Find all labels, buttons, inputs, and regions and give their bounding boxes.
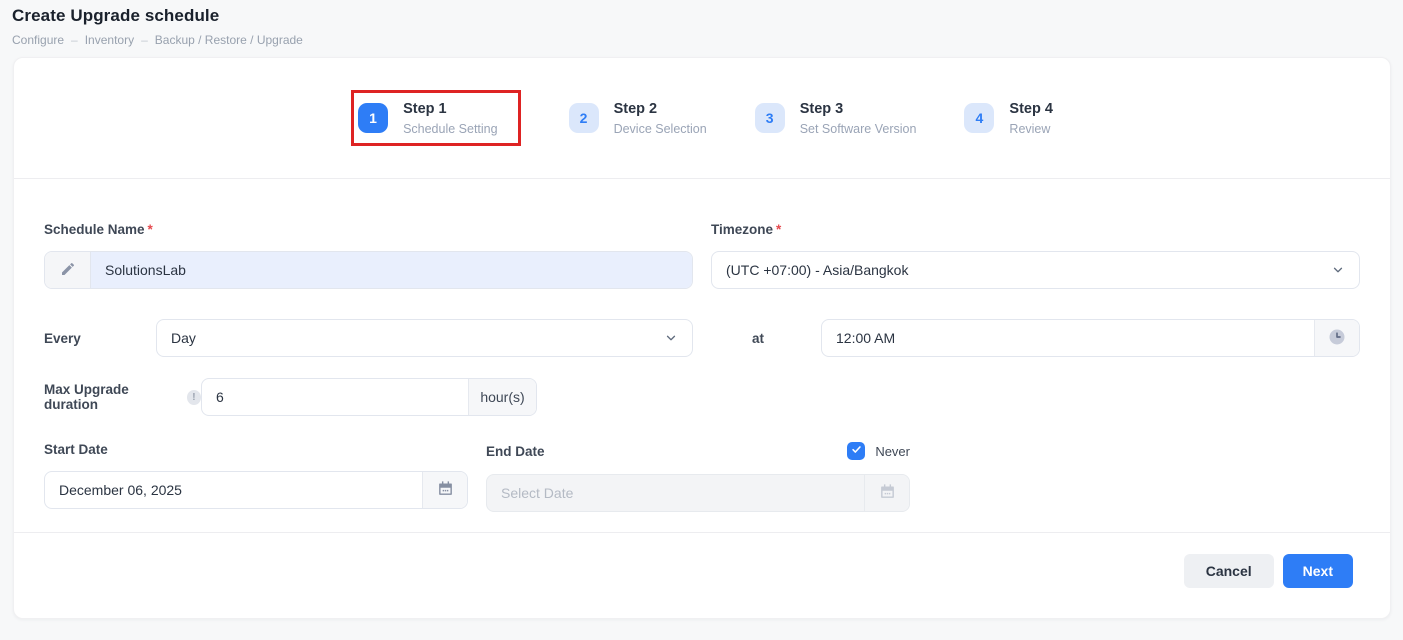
schedule-name-label: Schedule Name* [44, 222, 693, 237]
breadcrumb-item-configure[interactable]: Configure [12, 33, 64, 47]
step-1-badge: 1 [358, 103, 388, 133]
info-icon[interactable]: ! [187, 390, 201, 405]
chevron-down-icon [664, 331, 678, 345]
step-3-title: Step 3 [800, 100, 917, 118]
time-picker-button[interactable] [1314, 320, 1359, 356]
step-4-badge: 4 [964, 103, 994, 133]
calendar-icon [879, 483, 896, 503]
page-title: Create Upgrade schedule [12, 6, 1403, 26]
breadcrumb: Configure – Inventory – Backup / Restore… [12, 33, 1403, 47]
chevron-down-icon [1331, 263, 1345, 277]
step-1-title: Step 1 [403, 100, 498, 118]
step-4-subtitle: Review [1009, 122, 1053, 136]
calendar-icon [437, 480, 454, 500]
max-upgrade-duration-label: Max Upgrade duration [44, 382, 180, 412]
clock-icon [1327, 327, 1347, 350]
max-duration-field: hour(s) [201, 378, 537, 416]
step-2-badge: 2 [569, 103, 599, 133]
stepper-step-4[interactable]: 4 Step 4 Review [964, 100, 1053, 135]
check-icon [851, 442, 862, 460]
never-checkbox[interactable] [847, 442, 865, 460]
step-4-title: Step 4 [1009, 100, 1053, 118]
create-upgrade-schedule-card: 1 Step 1 Schedule Setting 2 Step 2 Devic… [13, 57, 1391, 619]
cancel-button[interactable]: Cancel [1184, 554, 1274, 588]
wizard-stepper: 1 Step 1 Schedule Setting 2 Step 2 Devic… [14, 58, 1390, 179]
step-2-title: Step 2 [614, 100, 707, 118]
timezone-select[interactable]: (UTC +07:00) - Asia/Bangkok [711, 251, 1360, 289]
end-date-calendar-button[interactable] [864, 475, 909, 511]
breadcrumb-separator: – [71, 33, 78, 47]
step-3-subtitle: Set Software Version [800, 122, 917, 136]
start-date-input[interactable] [45, 472, 422, 508]
edit-prefix-box [45, 252, 91, 288]
every-label: Every [44, 331, 156, 346]
stepper-step-1[interactable]: 1 Step 1 Schedule Setting [358, 100, 498, 135]
required-asterisk: * [776, 222, 781, 237]
hours-unit-suffix: hour(s) [468, 379, 536, 415]
next-button[interactable]: Next [1283, 554, 1353, 588]
pencil-icon [60, 261, 76, 280]
schedule-setting-form: Schedule Name* Timezone* [14, 179, 1390, 512]
end-date-input[interactable] [487, 475, 864, 511]
at-label: at [711, 331, 821, 346]
timezone-label: Timezone* [711, 222, 1360, 237]
page-header: Create Upgrade schedule Configure – Inve… [0, 0, 1403, 47]
end-date-field [486, 474, 910, 512]
stepper-step-2[interactable]: 2 Step 2 Device Selection [569, 100, 707, 135]
timezone-selected-value: (UTC +07:00) - Asia/Bangkok [726, 262, 1323, 278]
step-1-highlight-annotation: 1 Step 1 Schedule Setting [351, 90, 521, 145]
start-date-field [44, 471, 468, 509]
required-asterisk: * [148, 222, 153, 237]
step-3-badge: 3 [755, 103, 785, 133]
never-checkbox-group[interactable]: Never [847, 442, 910, 460]
step-1-subtitle: Schedule Setting [403, 122, 498, 136]
every-selected-value: Day [171, 330, 656, 346]
step-2-subtitle: Device Selection [614, 122, 707, 136]
breadcrumb-separator: – [141, 33, 148, 47]
start-date-label: Start Date [44, 442, 468, 457]
schedule-name-field [44, 251, 693, 289]
start-date-calendar-button[interactable] [422, 472, 467, 508]
breadcrumb-item-backup-restore-upgrade[interactable]: Backup / Restore / Upgrade [155, 33, 303, 47]
max-duration-input[interactable] [202, 379, 468, 415]
every-select[interactable]: Day [156, 319, 693, 357]
stepper-step-3[interactable]: 3 Step 3 Set Software Version [755, 100, 917, 135]
time-picker-field [821, 319, 1360, 357]
wizard-footer: Cancel Next [14, 532, 1390, 618]
schedule-name-input[interactable] [91, 252, 692, 288]
breadcrumb-item-inventory[interactable]: Inventory [85, 33, 134, 47]
end-date-label: End Date [486, 444, 545, 459]
never-label: Never [875, 444, 910, 459]
time-input[interactable] [822, 320, 1314, 356]
